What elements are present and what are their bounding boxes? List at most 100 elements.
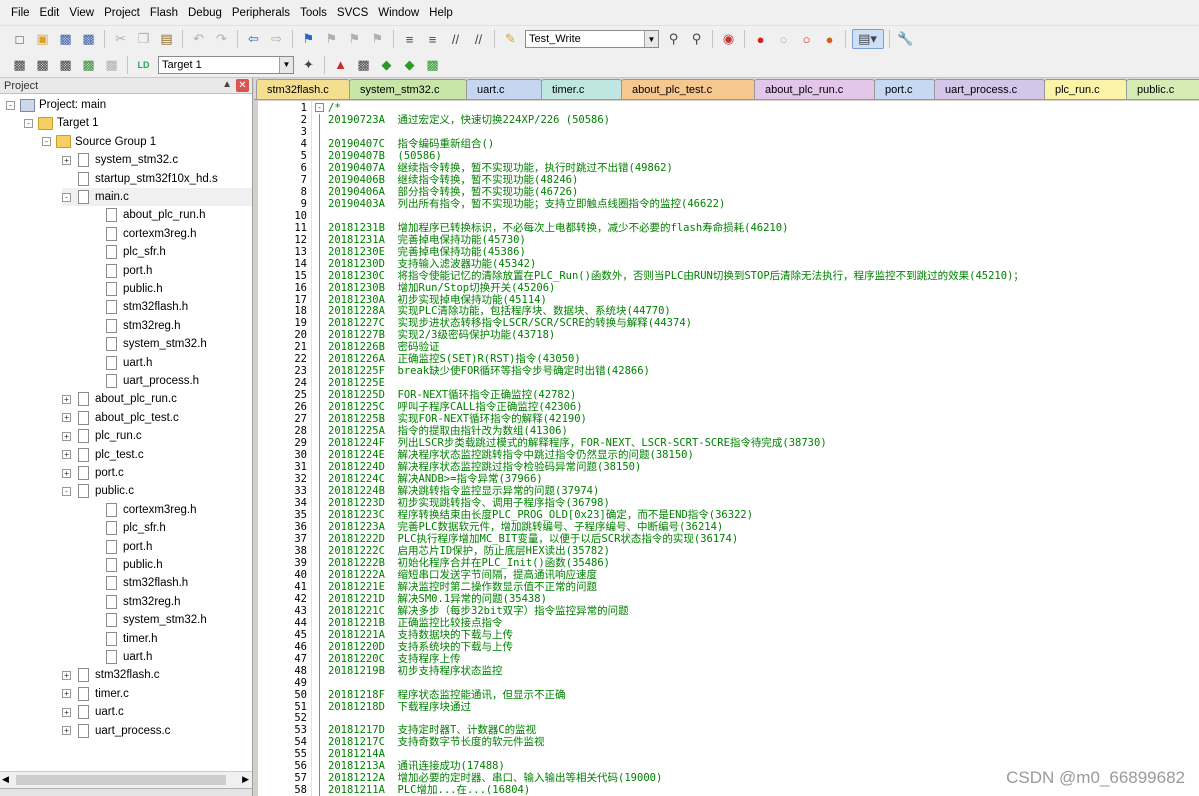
code-line[interactable]: 31 20181224D 解决程序状态监控跳过指令检验码异常问题(38150) xyxy=(258,461,1199,473)
bookmark-icon[interactable]: ⚑ xyxy=(299,29,319,49)
redo-icon[interactable]: ↷ xyxy=(212,29,232,49)
code-line[interactable]: 25 20181225D FOR-NEXT循环指令正确监控(42782) xyxy=(258,389,1199,401)
code-line[interactable]: 4 20190407C 指令编码重新组合() xyxy=(258,138,1199,150)
expand-icon[interactable]: + xyxy=(62,707,71,717)
expand-icon[interactable]: + xyxy=(62,431,71,441)
code-line[interactable]: 10 xyxy=(258,210,1199,222)
tree-node[interactable]: + stm32flash.c xyxy=(62,666,160,684)
rebuild-icon[interactable]: ▩ xyxy=(56,55,76,75)
editor-tab[interactable]: port.c xyxy=(874,79,935,99)
tree-node[interactable]: port.h xyxy=(90,262,152,280)
tree-node[interactable]: - Target 1 xyxy=(24,114,99,132)
code-line[interactable]: 32 20181224C 解决ANDB>=指令异常(37966) xyxy=(258,473,1199,485)
indent-icon[interactable]: ≡ xyxy=(400,29,420,49)
debug-session-icon[interactable]: ◉ xyxy=(719,29,739,49)
tree-node[interactable]: - main.c xyxy=(62,188,252,206)
tree-node[interactable]: + uart.c xyxy=(62,703,124,721)
code-line[interactable]: 46 20181220D 支持系统块的下载与上传 xyxy=(258,641,1199,653)
tree-node[interactable]: system_stm32.h xyxy=(90,611,207,629)
tree-node[interactable]: cortexm3reg.h xyxy=(90,501,197,519)
prev-bookmark-icon[interactable]: ⚑ xyxy=(322,29,342,49)
manage-project-items-icon[interactable]: ▲ xyxy=(331,55,351,75)
collapse-icon[interactable]: - xyxy=(42,137,51,147)
select-packs-icon[interactable]: ▩ xyxy=(354,55,374,75)
expand-icon[interactable]: + xyxy=(62,689,71,699)
code-line[interactable]: 30 20181224E 解决程序状态监控跳转指令中跳过指令仍然显示的问题(381… xyxy=(258,449,1199,461)
close-icon[interactable]: ✕ xyxy=(236,79,249,92)
tree-node[interactable]: public.h xyxy=(90,280,163,298)
navigate-back-icon[interactable]: ⇦ xyxy=(244,29,264,49)
tree-node[interactable]: + port.c xyxy=(62,464,124,482)
code-line[interactable]: 3 xyxy=(258,126,1199,138)
code-line[interactable]: 15 20181230C 将指令使能记忆的清除放置在PLC_Run()函数外，否则… xyxy=(258,270,1199,282)
scrollbar-thumb[interactable] xyxy=(16,775,226,785)
next-bookmark-icon[interactable]: ⚑ xyxy=(345,29,365,49)
tree-node[interactable]: stm32reg.h xyxy=(90,593,181,611)
editor-tab[interactable]: stm32flash.c xyxy=(256,79,350,99)
code-line[interactable]: 54 20181217C 支持奇数字节长度的软元件监视 xyxy=(258,736,1199,748)
code-line[interactable]: 52 xyxy=(258,712,1199,724)
chevron-down-icon[interactable]: ▼ xyxy=(644,31,658,47)
expand-icon[interactable]: + xyxy=(62,450,71,460)
batch-build-icon[interactable]: ▩ xyxy=(79,55,99,75)
translate-icon[interactable]: ▩ xyxy=(10,55,30,75)
enable-breakpoint-icon[interactable]: ○ xyxy=(774,29,794,49)
menu-flash[interactable]: Flash xyxy=(145,7,183,19)
clear-bookmarks-icon[interactable]: ⚑ xyxy=(368,29,388,49)
collapse-icon[interactable]: - xyxy=(62,486,71,496)
code-line[interactable]: 42 20181221D 解决SM0.1异常的问题(35438) xyxy=(258,593,1199,605)
code-line[interactable]: 1 /* xyxy=(258,102,1199,114)
menu-svcs[interactable]: SVCS xyxy=(332,7,373,19)
window-layout-icon[interactable]: ▤▾ xyxy=(851,29,884,49)
tree-node[interactable]: public.h xyxy=(90,556,163,574)
run-time-env-icon[interactable]: ◆ xyxy=(400,55,420,75)
tree-node[interactable]: + plc_run.c xyxy=(62,427,142,445)
editor-tab[interactable]: timer.c xyxy=(541,79,622,99)
find-icon[interactable]: ⚲ xyxy=(664,29,684,49)
tree-node[interactable]: timer.h xyxy=(90,630,158,648)
code-line[interactable]: 33 20181224B 解决跳转指令监控显示异常的问题(37974) xyxy=(258,485,1199,497)
tree-node[interactable]: stm32flash.h xyxy=(90,298,188,316)
tree-node[interactable]: port.h xyxy=(90,538,152,556)
editor-tab[interactable]: uart_process.c xyxy=(934,79,1045,99)
code-line[interactable]: 35 20181223C 程序转换结束由长度PLC_PROG_OLD[0x23]确… xyxy=(258,509,1199,521)
code-line[interactable]: 14 20181230D 支持输入滤波器功能(45342) xyxy=(258,258,1199,270)
code-line[interactable]: 39 20181222B 初始化程序合并在PLC_Init()函数(35486) xyxy=(258,557,1199,569)
code-line[interactable]: 29 20181224F 列出LSCR步类载跳过模式的解释程序，FOR-NEXT、… xyxy=(258,437,1199,449)
tree-node[interactable]: plc_sfr.h xyxy=(90,243,166,261)
tree-node[interactable]: - public.c xyxy=(62,482,134,500)
code-line[interactable]: 19 20181227C 实现步进状态转移指令LSCR/SCR/SCRE的转换与解… xyxy=(258,317,1199,329)
tree-node[interactable]: + about_plc_test.c xyxy=(62,409,179,427)
code-line[interactable]: 2 20190723A 通过宏定义，快速切换224XP/226 (50586) xyxy=(258,114,1199,126)
paste-icon[interactable]: ▤ xyxy=(157,29,177,49)
code-line[interactable]: 9 20190403A 列出所有指令，暂不实现功能；支持立即触点线圈指令的监控(4… xyxy=(258,198,1199,210)
tree-node[interactable]: - Source Group 1 xyxy=(42,133,156,151)
collapse-icon[interactable]: - xyxy=(24,118,33,128)
tree-node[interactable]: cortexm3reg.h xyxy=(90,225,197,243)
tree-node[interactable]: startup_stm32f10x_hd.s xyxy=(62,170,218,188)
panel-bottom-tabs[interactable] xyxy=(0,788,252,796)
tree-node[interactable]: - Project: main xyxy=(6,96,106,114)
code-line[interactable]: 40 20181222A 缩短串口发送字节间隔，提高通讯响应速度 xyxy=(258,569,1199,581)
incremental-find-icon[interactable]: ⚲ xyxy=(687,29,707,49)
collapse-icon[interactable]: - xyxy=(62,192,71,202)
menu-project[interactable]: Project xyxy=(99,7,145,19)
unindent-icon[interactable]: ≡ xyxy=(423,29,443,49)
code-line[interactable]: 24 20181225E xyxy=(258,377,1199,389)
stop-build-icon[interactable]: ▩ xyxy=(102,55,122,75)
comment-icon[interactable]: // xyxy=(446,29,466,49)
code-line[interactable]: 11 20181231B 增加程序已转换标识，不必每次上电都转换，减少不必要的fl… xyxy=(258,222,1199,234)
tree-node[interactable]: about_plc_run.h xyxy=(90,206,205,224)
find-combo[interactable]: Test_Write ▼ xyxy=(525,30,659,48)
tree-node[interactable]: uart.h xyxy=(90,648,152,666)
tree-node[interactable]: stm32flash.h xyxy=(90,574,188,592)
pin-icon[interactable]: ▲ xyxy=(222,79,232,90)
chevron-down-icon[interactable]: ▼ xyxy=(279,56,293,73)
target-options-icon[interactable]: ✦ xyxy=(299,55,319,75)
code-line[interactable]: 55 20181214A xyxy=(258,748,1199,760)
uncomment-icon[interactable]: // xyxy=(469,29,489,49)
scroll-left-icon[interactable]: ◀ xyxy=(2,774,9,785)
code-line[interactable]: 16 20181230B 增加Run/Stop切换开关(45206) xyxy=(258,282,1199,294)
menu-help[interactable]: Help xyxy=(424,7,458,19)
target-combo[interactable]: Target 1 ▼ xyxy=(158,55,294,74)
